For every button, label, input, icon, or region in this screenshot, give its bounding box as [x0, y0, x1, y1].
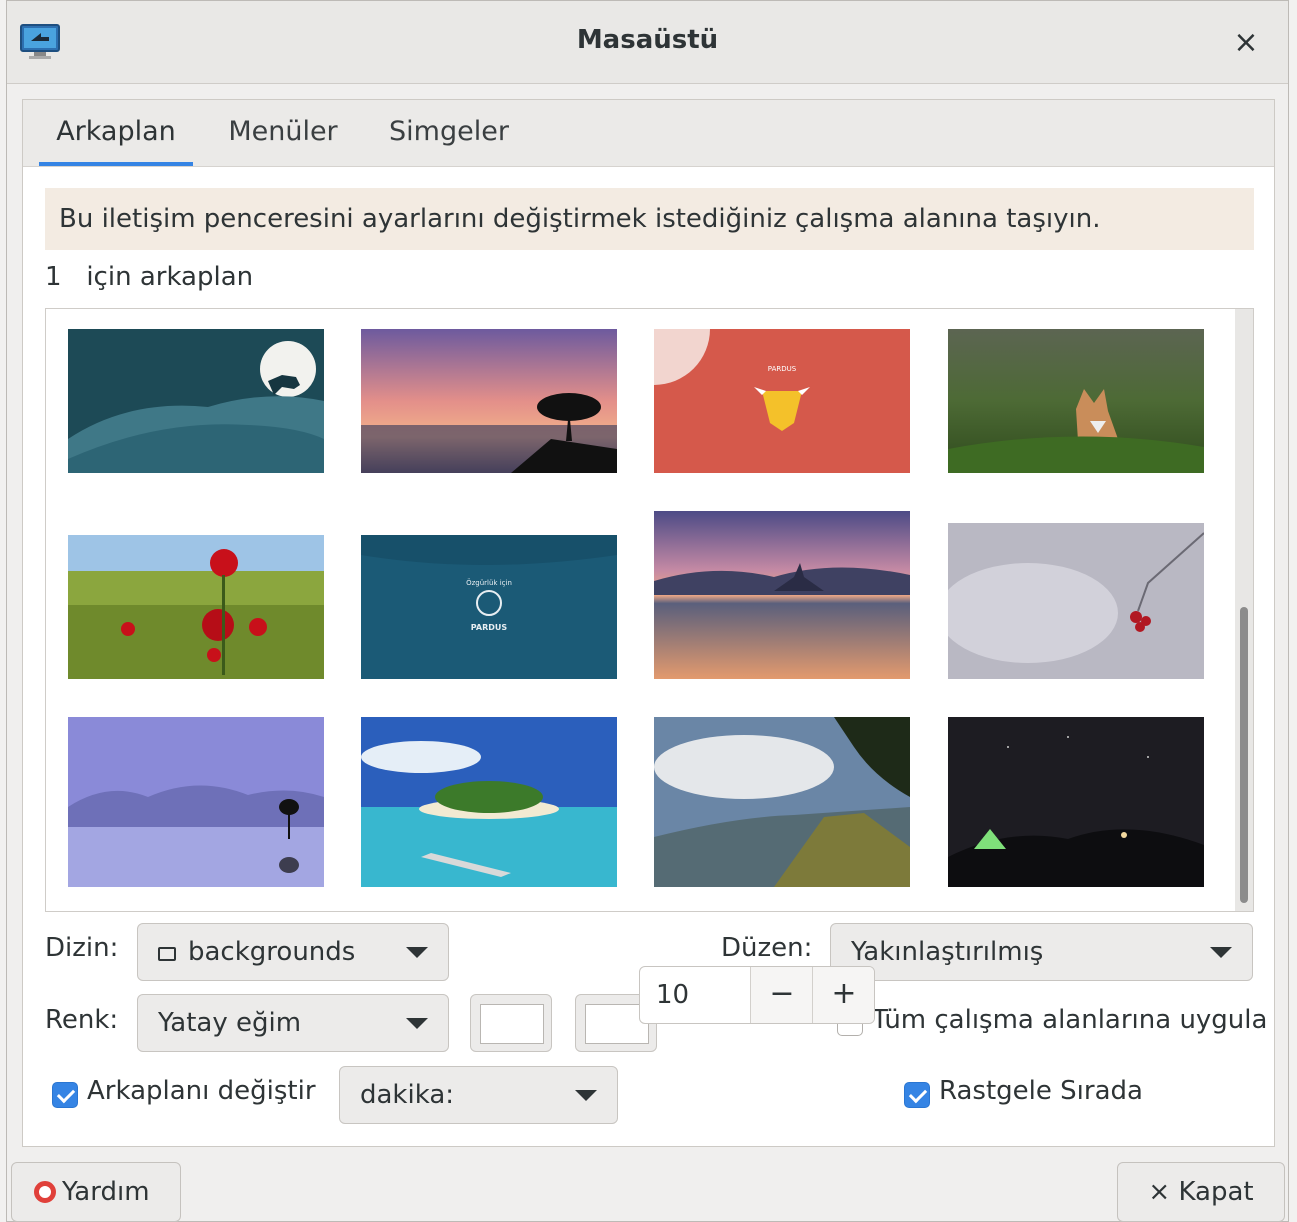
folder-label: Dizin:: [45, 933, 119, 963]
help-label: Yardım: [62, 1177, 150, 1207]
title-bar[interactable]: Masaüstü ×: [7, 1, 1288, 84]
thumbnail-lavender-lake[interactable]: [68, 717, 324, 887]
style-combobox[interactable]: Yakınlaştırılmış: [830, 923, 1253, 981]
close-button[interactable]: × Kapat: [1117, 1162, 1285, 1222]
increment-button[interactable]: +: [812, 967, 874, 1023]
primary-color-swatch: [480, 1004, 544, 1044]
tab-bar: Arkaplan Menüler Simgeler: [23, 100, 1274, 167]
chevron-down-icon: [406, 947, 428, 958]
thumbnail-night-tent[interactable]: [948, 717, 1204, 887]
lifebuoy-icon: [34, 1181, 56, 1203]
folder-combobox[interactable]: backgrounds: [137, 923, 449, 981]
wallpaper-gallery[interactable]: PARDUS Özgürlük için PARDUS: [45, 308, 1254, 912]
change-background-label[interactable]: Arkaplanı değiştir: [87, 1076, 316, 1106]
folder-icon: [158, 947, 176, 961]
thumbnail-tropical-island[interactable]: [361, 717, 617, 887]
decrement-button[interactable]: −: [750, 967, 813, 1023]
tab-menuler[interactable]: Menüler: [215, 100, 351, 166]
random-order-checkbox[interactable]: [904, 1082, 930, 1108]
thumbnail-pardus-lion[interactable]: PARDUS: [654, 329, 910, 473]
scrollbar-thumb[interactable]: [1240, 607, 1248, 903]
pardus-wordmark: PARDUS: [768, 365, 797, 373]
thumbnail-terraced-hills[interactable]: [654, 717, 910, 887]
interval-unit-value: dakika:: [360, 1080, 455, 1110]
primary-color-button[interactable]: [470, 994, 552, 1052]
gallery-scrollbar[interactable]: [1235, 309, 1253, 911]
workspace-label: 1 için arkaplan: [45, 262, 254, 292]
change-background-checkbox[interactable]: [52, 1082, 78, 1108]
tab-arkaplan[interactable]: Arkaplan: [39, 100, 193, 166]
interval-spinbutton[interactable]: 10 − +: [639, 966, 875, 1024]
color-combobox[interactable]: Yatay eğim: [137, 994, 449, 1052]
chevron-down-icon: [575, 1090, 597, 1101]
thumbnail-pardus-teal[interactable]: Özgürlük için PARDUS: [361, 535, 617, 679]
thumbnail-fox[interactable]: [948, 329, 1204, 473]
chevron-down-icon: [1210, 947, 1232, 958]
interval-value[interactable]: 10: [656, 967, 689, 1023]
pardus-wordmark: PARDUS: [471, 623, 508, 632]
desktop-settings-window: Masaüstü × Arkaplan Menüler Simgeler Bu …: [6, 0, 1289, 1222]
interval-unit-combobox[interactable]: dakika:: [339, 1066, 618, 1124]
help-button[interactable]: Yardım: [11, 1162, 181, 1222]
pardus-slogan: Özgürlük için: [466, 578, 512, 587]
thumbnail-lake-island[interactable]: [654, 511, 910, 679]
apply-all-label[interactable]: Tüm çalışma alanlarına uygula: [872, 1005, 1267, 1035]
random-order-label[interactable]: Rastgele Sırada: [939, 1076, 1143, 1106]
info-bar: Bu iletişim penceresini ayarlarını değiş…: [45, 188, 1254, 250]
thumbnail-sunset-tree[interactable]: [361, 329, 617, 473]
window-title: Masaüstü: [576, 25, 719, 55]
thumbnail-wolf-moon[interactable]: [68, 329, 324, 473]
close-icon[interactable]: ×: [1226, 23, 1266, 63]
style-label: Düzen:: [721, 933, 813, 963]
thumbnail-poppies[interactable]: [68, 535, 324, 679]
tab-simgeler[interactable]: Simgeler: [379, 100, 519, 166]
chevron-down-icon: [406, 1018, 428, 1029]
thumbnail-red-berries[interactable]: [948, 523, 1204, 679]
folder-value: backgrounds: [188, 937, 356, 967]
style-value: Yakınlaştırılmış: [851, 937, 1044, 967]
color-label: Renk:: [45, 1005, 119, 1035]
color-value: Yatay eğim: [158, 1008, 302, 1038]
